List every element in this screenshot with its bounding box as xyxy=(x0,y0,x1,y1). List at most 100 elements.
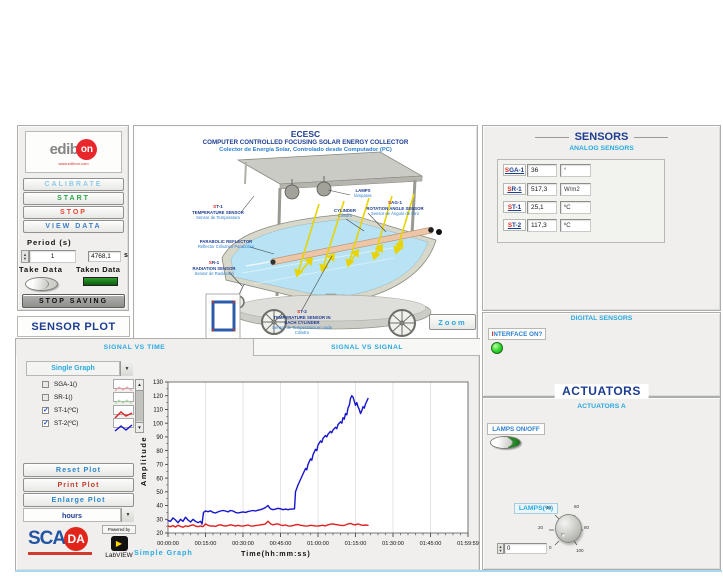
graph-mode-dropdown-arrow-icon[interactable]: ▼ xyxy=(120,361,133,376)
knob-tick-0: 0 xyxy=(549,545,552,550)
legend-label-sr1: SR-1() xyxy=(54,394,73,401)
knob-tick-80: 80 xyxy=(584,525,589,530)
period-value[interactable]: 1 xyxy=(29,250,76,263)
legend-checkbox-sr1[interactable] xyxy=(42,394,49,401)
sensor-row-label: ST-2 xyxy=(503,219,526,231)
tab-signal-vs-time[interactable]: SIGNAL VS TIME xyxy=(16,339,253,356)
chart-ylabel: Amplitude xyxy=(139,436,148,486)
scada-tagline-bar xyxy=(28,552,92,555)
analog-sensors-subtitle: ANALOG SENSORS xyxy=(483,145,720,152)
sensor-row-unit: ºC xyxy=(560,201,591,214)
interface-on-led xyxy=(491,342,503,354)
chart-xlabel: Time(hh:mm:ss) xyxy=(241,549,311,558)
zoom-button-label: Zoom xyxy=(438,318,466,327)
sensor-row-unit: ° xyxy=(560,164,591,177)
zoom-button[interactable]: Zoom xyxy=(429,314,476,330)
sensor-row-label: SGA-1 xyxy=(503,164,526,176)
legend-plot-icon-st2[interactable] xyxy=(113,418,134,428)
stop-saving-button[interactable]: STOP SAVING xyxy=(22,294,125,308)
y-tick-label: 50 xyxy=(156,490,163,496)
interface-on-label: INTERFACE ON? xyxy=(488,328,546,340)
period-spinner[interactable]: ▲▼ xyxy=(21,250,29,263)
plot-tabbar: SIGNAL VS TIME SIGNAL VS SIGNAL xyxy=(16,339,479,356)
x-tick-label: 01:45:00 xyxy=(420,541,442,547)
elapsed-display: 4768,1 xyxy=(88,251,121,262)
app-window: { "colors": { "navy": "#1d3d91", "light_… xyxy=(0,0,723,584)
reset-plot-button[interactable]: Reset Plot xyxy=(23,463,134,477)
powered-by-label: Powered by xyxy=(102,525,136,534)
lamps-percent-value[interactable]: 0 xyxy=(504,543,547,554)
interval-dropdown[interactable]: hours ▼ xyxy=(23,508,134,522)
take-data-label: Take Data xyxy=(19,265,63,274)
legend-checkbox-st1[interactable]: ✓ xyxy=(42,407,49,414)
legend-checkbox-st2[interactable]: ✓ xyxy=(42,420,49,427)
chart-svg: Amplitude 00:00:00 00:15:00 00:30:00 00:45:… xyxy=(136,377,481,553)
calibrate-button[interactable]: CALIBRATE xyxy=(23,178,124,191)
take-data-toggle[interactable] xyxy=(25,277,58,291)
sensors-title: SENSORS xyxy=(483,131,720,143)
diagram-label-sr1: SR-1 RADIATION SENSOR Sensor de Radiació… xyxy=(190,260,238,276)
labview-logo: Powered by ▶ LabVIEW xyxy=(102,525,136,561)
knob-pointer-dot xyxy=(561,533,565,537)
y-tick-label: 100 xyxy=(153,421,164,427)
diagram-panel: ECESC COMPUTER CONTROLLED FOCUSING SOLAR… xyxy=(133,125,478,341)
legend-label-st2: ST-2(ºC) xyxy=(54,420,78,427)
diagram-label-st1: ST-1 TEMPERATURE SENSOR Sensor de Temper… xyxy=(192,204,244,220)
lamps-percent-input[interactable]: ▲▼ 0 xyxy=(497,543,547,554)
stop-button[interactable]: STOP xyxy=(23,206,124,219)
edibon-logo: edib on www.edibon.com xyxy=(25,131,122,173)
y-tick-label: 20 xyxy=(156,531,163,537)
y-tick-label: 60 xyxy=(156,476,163,482)
actuators-title: ACTUATORS xyxy=(554,384,649,398)
tab-signal-vs-signal[interactable]: SIGNAL VS SIGNAL xyxy=(253,339,480,355)
print-plot-button[interactable]: Print Plot xyxy=(23,478,134,492)
digital-sensors-title: DIGITAL SENSORS xyxy=(483,315,720,322)
labview-icon: ▶ xyxy=(111,536,128,551)
diagram-label-reflector: PARABOLIC REFLECTOR Reflector Cilíndrico… xyxy=(196,239,256,249)
scada-logo: SCA DA xyxy=(28,527,100,561)
actuators-subtitle: ACTUATORS A xyxy=(483,403,720,410)
start-button[interactable]: START xyxy=(23,192,124,205)
sensors-panel: SENSORS ANALOG SENSORS SGA-1 36 ° SR-1 5… xyxy=(482,125,721,311)
knob-tick-20: 20 xyxy=(538,525,543,530)
y-tick-label: 130 xyxy=(153,380,164,386)
period-label: Period (s) xyxy=(27,238,72,247)
sensor-row-label: ST-1 xyxy=(503,201,526,213)
x-tick-label: 00:45:00 xyxy=(270,541,292,547)
diagram-label-lamps: LAMPS lámparas xyxy=(346,188,380,198)
legend-label-st1: ST-1(ºC) xyxy=(54,407,78,414)
enlarge-plot-button[interactable]: Enlarge Plot xyxy=(23,493,134,507)
y-tick-label: 120 xyxy=(153,394,164,400)
view-data-button[interactable]: VIEW DATA xyxy=(23,220,124,233)
bottom-edge-strip xyxy=(15,570,722,572)
y-tick-label: 110 xyxy=(153,408,163,414)
y-tick-label: 70 xyxy=(156,463,163,469)
graph-mode-dropdown[interactable]: Single Graph ▼ xyxy=(26,361,133,376)
control-panel: edib on www.edibon.com CALIBRATE START S… xyxy=(17,125,129,311)
plot-panel: SIGNAL VS TIME SIGNAL VS SIGNAL Single G… xyxy=(15,338,480,571)
x-tick-label: 00:30:00 xyxy=(232,541,254,547)
knob-tick-100: 100 xyxy=(576,548,584,553)
lamps-percent-spinner[interactable]: ▲▼ xyxy=(497,543,504,554)
x-tick-label: 01:30:00 xyxy=(382,541,404,547)
lamps-onoff-toggle[interactable] xyxy=(490,436,521,449)
scada-circle: DA xyxy=(64,527,88,551)
interval-dropdown-arrow-icon[interactable]: ▼ xyxy=(121,508,134,522)
legend-plot-icon-sr1[interactable] xyxy=(113,392,134,402)
y-tick-label: 90 xyxy=(156,435,163,441)
lamps-knob[interactable] xyxy=(555,514,582,543)
legend-label-sga1: SGA-1() xyxy=(54,381,77,388)
legend-checkbox-sga1[interactable] xyxy=(42,381,49,388)
taken-data-indicator xyxy=(83,277,118,286)
y-tick-label: 40 xyxy=(156,504,163,510)
diagram-label-st2: ST-2 TEMPERATURE SENSOR IN EACH CYLINDER… xyxy=(272,309,332,335)
x-tick-label: 00:15:00 xyxy=(195,541,217,547)
knob-tick-60: 60 xyxy=(574,504,579,509)
legend-plot-icon-st1[interactable] xyxy=(113,405,134,415)
legend-plot-icon-sga1[interactable] xyxy=(113,379,134,389)
period-input[interactable]: ▲▼ 1 xyxy=(21,250,76,263)
analog-sensor-readouts: SGA-1 36 ° SR-1 517,3 W/m2 ST-1 25,1 ºC … xyxy=(497,159,665,243)
edibon-url: www.edibon.com xyxy=(58,161,88,166)
x-tick-label: 00:00:00 xyxy=(157,541,179,547)
radiation-sensor-icon xyxy=(206,284,244,339)
